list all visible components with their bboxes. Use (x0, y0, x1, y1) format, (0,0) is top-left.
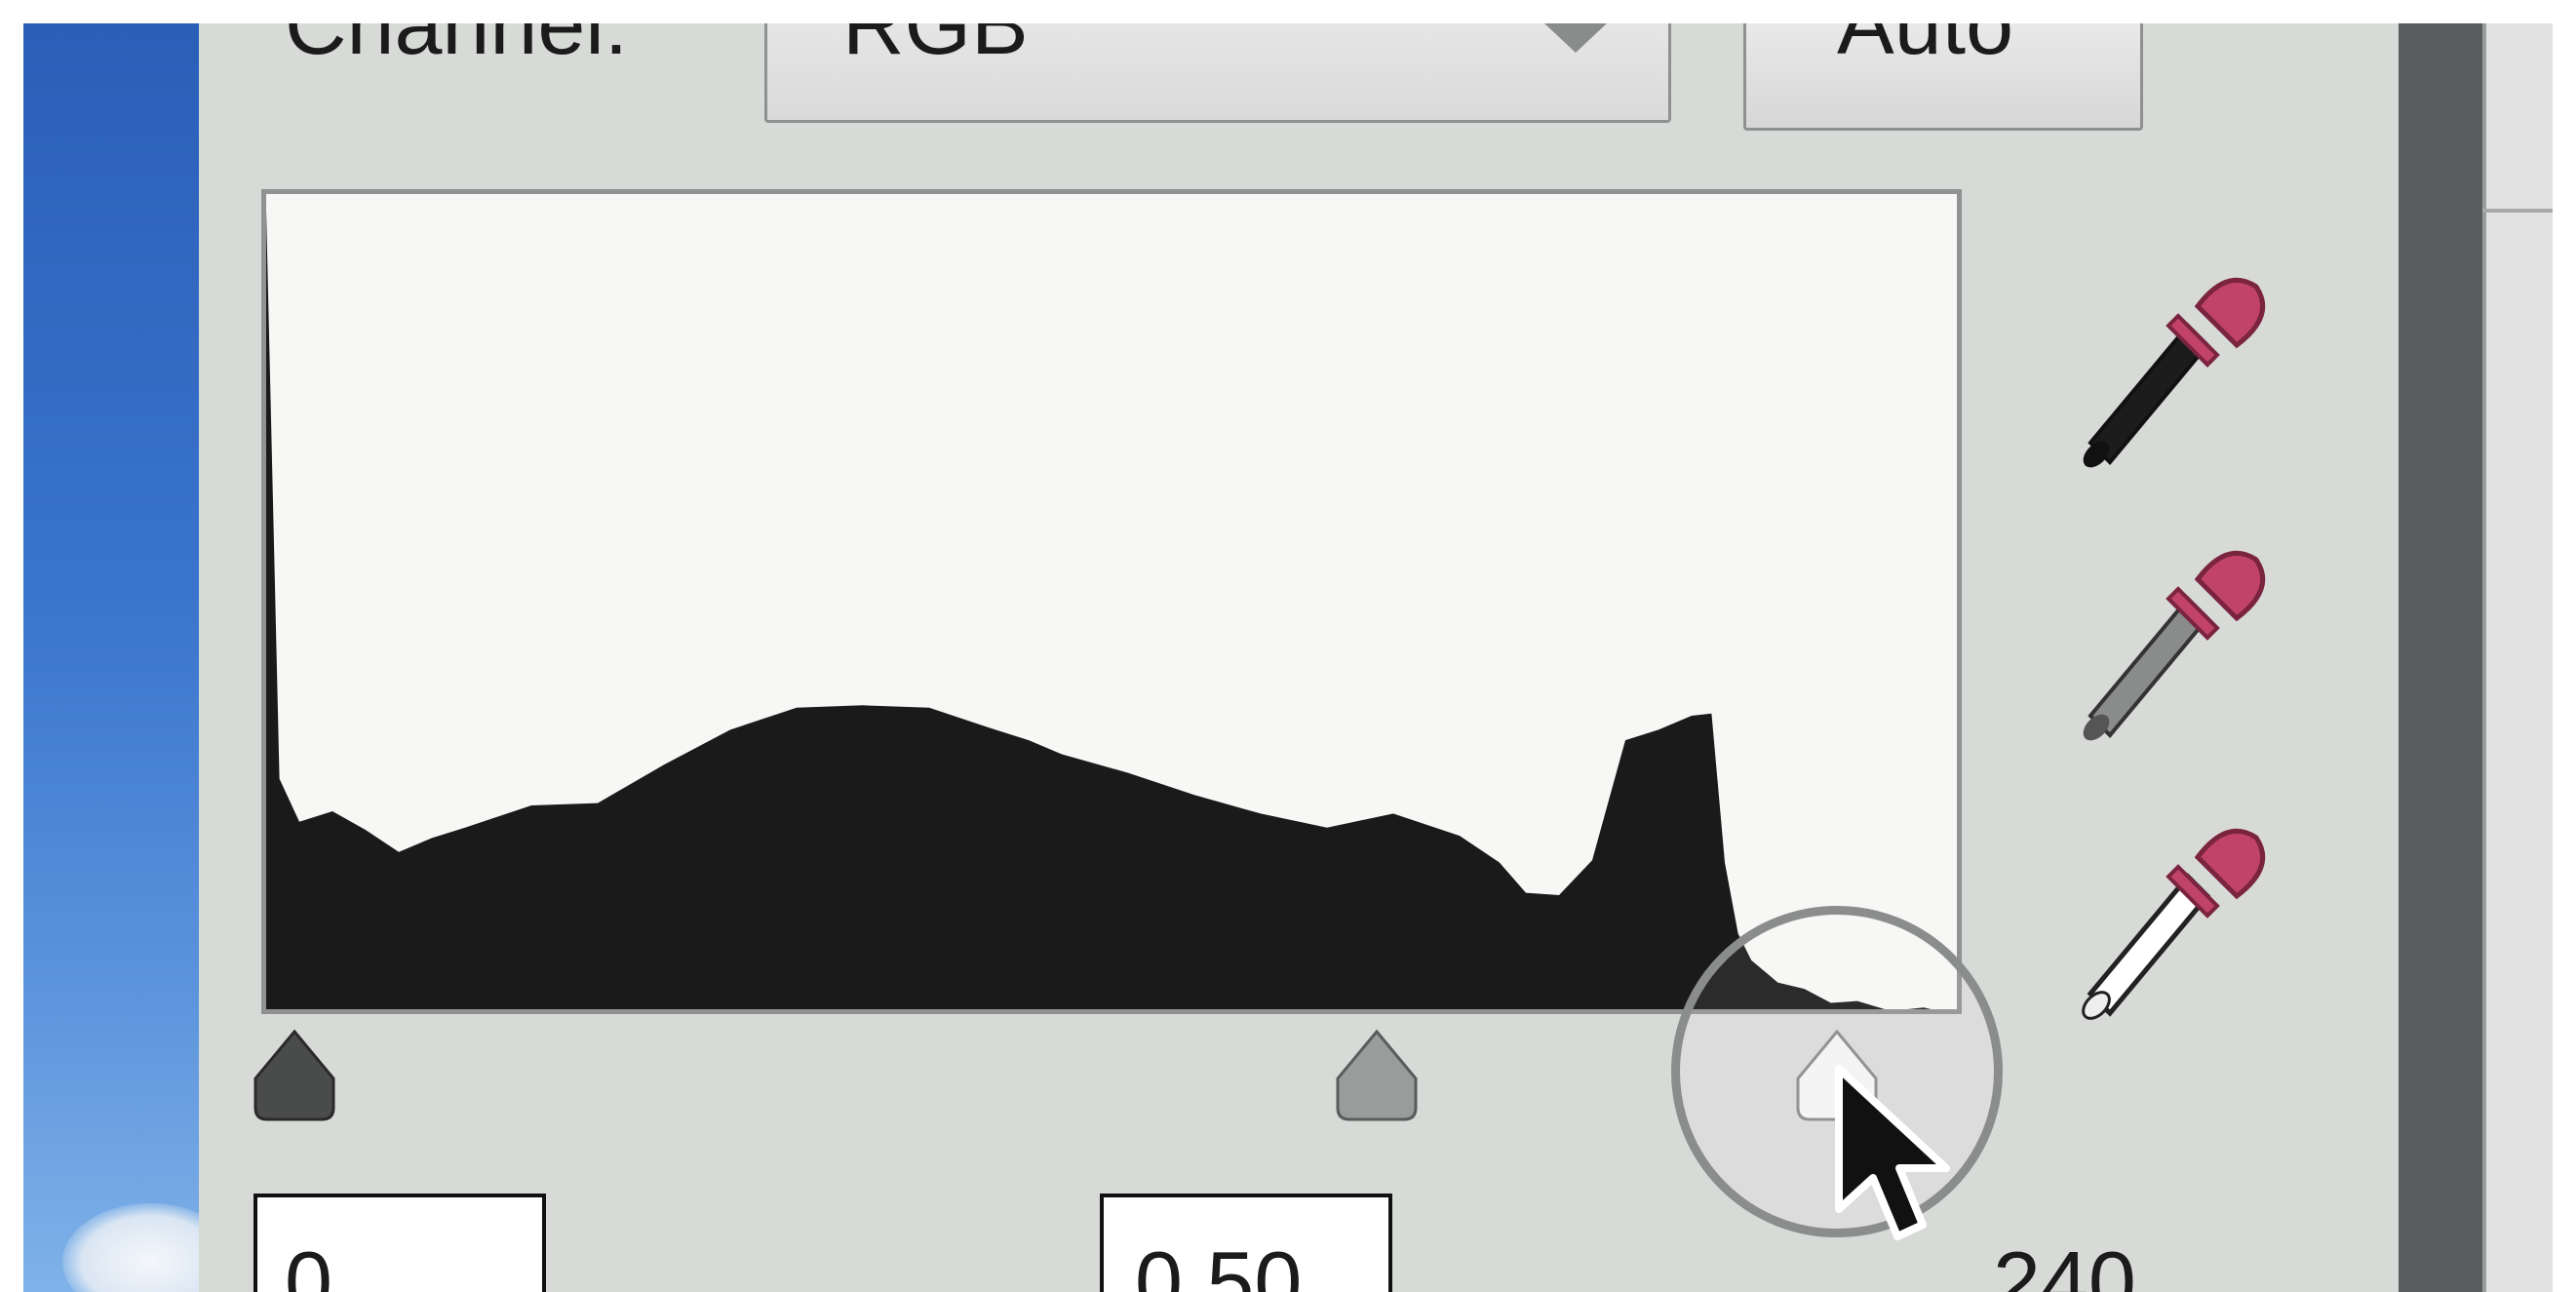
midtone-slider[interactable] (1328, 1028, 1425, 1125)
white-input-value[interactable]: 240 (1993, 1233, 2136, 1292)
gray-point-eyedropper-icon[interactable] (2061, 521, 2295, 755)
adjacent-panel (2482, 23, 2553, 1292)
auto-button-label[interactable]: Auto (1837, 23, 2013, 74)
chevron-down-icon[interactable] (1544, 23, 1607, 53)
histogram-area (266, 210, 1957, 1009)
dialog-border (2399, 23, 2482, 1292)
black-point-slider[interactable] (246, 1028, 343, 1125)
midtone-input-value[interactable]: 0.50 (1135, 1233, 1302, 1292)
histogram-plot (266, 210, 1957, 1009)
background-photo-sky (23, 23, 199, 1292)
channel-select-value[interactable]: RGB (842, 23, 1029, 74)
adjacent-panel-divider (2482, 209, 2553, 213)
screenshot-canvas: Channel: RGB Auto 0 0.50 240 (23, 23, 2553, 1292)
channel-label: Channel: (285, 23, 629, 72)
histogram (261, 189, 1962, 1014)
black-input-value[interactable]: 0 (285, 1233, 332, 1292)
black-point-eyedropper-icon[interactable] (2061, 248, 2295, 482)
arrow-cursor-icon (1835, 1065, 1950, 1240)
white-point-eyedropper-icon[interactable] (2061, 799, 2295, 1033)
